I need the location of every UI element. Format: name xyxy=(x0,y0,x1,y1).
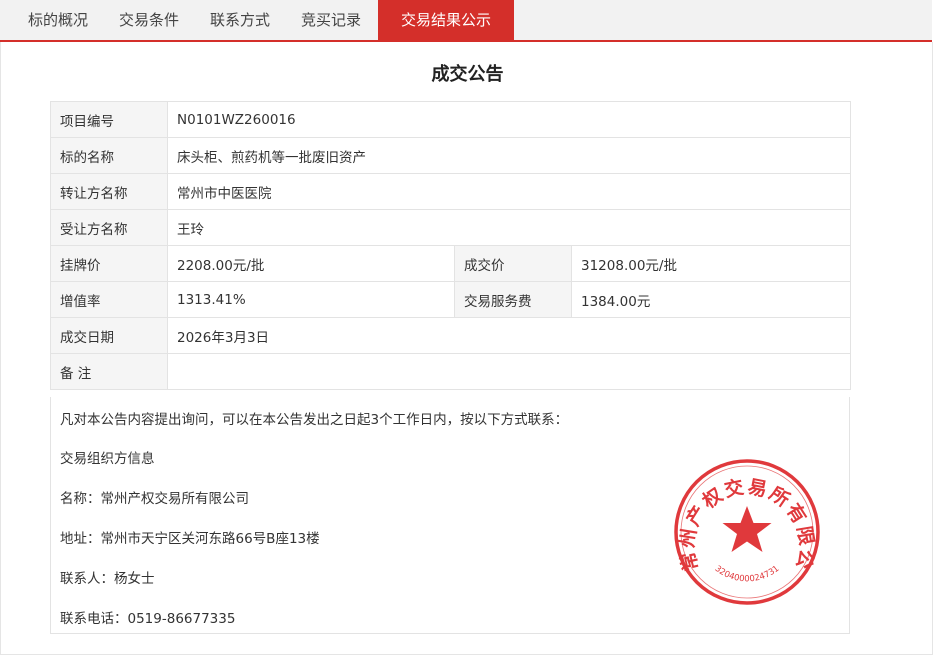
service-fee-value: 1384.00元 xyxy=(570,281,852,318)
listing-price-value: 2208.00元/批 xyxy=(167,245,455,282)
table-row: 项目编号 N0101WZ260016 xyxy=(50,101,852,138)
svg-text:3204000024731: 3204000024731 xyxy=(713,564,782,584)
table-row: 增值率 1313.41% 交易服务费 1384.00元 xyxy=(50,281,852,318)
contact-address: 地址：常州市天宁区关河东路66号B座13楼 xyxy=(60,531,320,547)
deal-date-value: 2026年3月3日 xyxy=(166,317,852,354)
deal-price-value: 31208.00元/批 xyxy=(570,245,852,282)
announcement-table: 项目编号 N0101WZ260016 标的名称 床头柜、煎药机等一批废旧资产 转… xyxy=(50,101,852,390)
tab-contact[interactable]: 联系方式 xyxy=(210,0,270,40)
table-row: 受让方名称 王玲 xyxy=(50,209,852,246)
seller-value: 常州市中医医院 xyxy=(166,173,852,210)
seal-code: 3204000024731 xyxy=(713,564,782,584)
asset-name-value: 床头柜、煎药机等一批废旧资产 xyxy=(166,137,852,174)
deal-date-label: 成交日期 xyxy=(50,317,168,354)
table-row: 备 注 xyxy=(50,353,852,390)
contact-phone: 联系电话：0519-86677335 xyxy=(60,611,236,627)
contact-org-name: 名称：常州产权交易所有限公司 xyxy=(60,491,249,507)
remark-label: 备 注 xyxy=(50,353,168,390)
appreciation-label: 增值率 xyxy=(50,281,168,318)
table-row: 转让方名称 常州市中医医院 xyxy=(50,173,852,210)
tab-overview[interactable]: 标的概况 xyxy=(28,0,88,40)
table-row: 成交日期 2026年3月3日 xyxy=(50,317,852,354)
buyer-label: 受让方名称 xyxy=(50,209,168,246)
listing-price-label: 挂牌价 xyxy=(50,245,168,282)
remark-value xyxy=(166,353,852,390)
service-fee-label: 交易服务费 xyxy=(454,281,572,318)
star-icon xyxy=(722,506,772,552)
project-no-label: 项目编号 xyxy=(50,101,168,138)
tab-bar: 标的概况 交易条件 联系方式 竞买记录 交易结果公示 xyxy=(0,0,932,42)
page-title: 成交公告 xyxy=(431,64,504,85)
tab-bid-records[interactable]: 竞买记录 xyxy=(301,0,361,40)
seller-label: 转让方名称 xyxy=(50,173,168,210)
contact-heading: 交易组织方信息 xyxy=(60,451,155,467)
table-row: 标的名称 床头柜、煎药机等一批废旧资产 xyxy=(50,137,852,174)
contact-person: 联系人：杨女士 xyxy=(60,571,155,587)
tab-trade-result[interactable]: 交易结果公示 xyxy=(378,0,514,40)
project-no-value: N0101WZ260016 xyxy=(166,101,852,138)
table-row: 挂牌价 2208.00元/批 成交价 31208.00元/批 xyxy=(50,245,852,282)
buyer-value: 王玲 xyxy=(166,209,852,246)
deal-price-label: 成交价 xyxy=(454,245,572,282)
asset-name-label: 标的名称 xyxy=(50,137,168,174)
company-seal: 常州产权交易所有限公司 3204000024731 xyxy=(672,457,820,605)
tab-trade-conditions[interactable]: 交易条件 xyxy=(119,0,179,40)
appreciation-value: 1313.41% xyxy=(167,281,455,318)
contact-notice: 凡对本公告内容提出询问，可以在本公告发出之日起3个工作日内，按以下方式联系： xyxy=(60,412,569,428)
